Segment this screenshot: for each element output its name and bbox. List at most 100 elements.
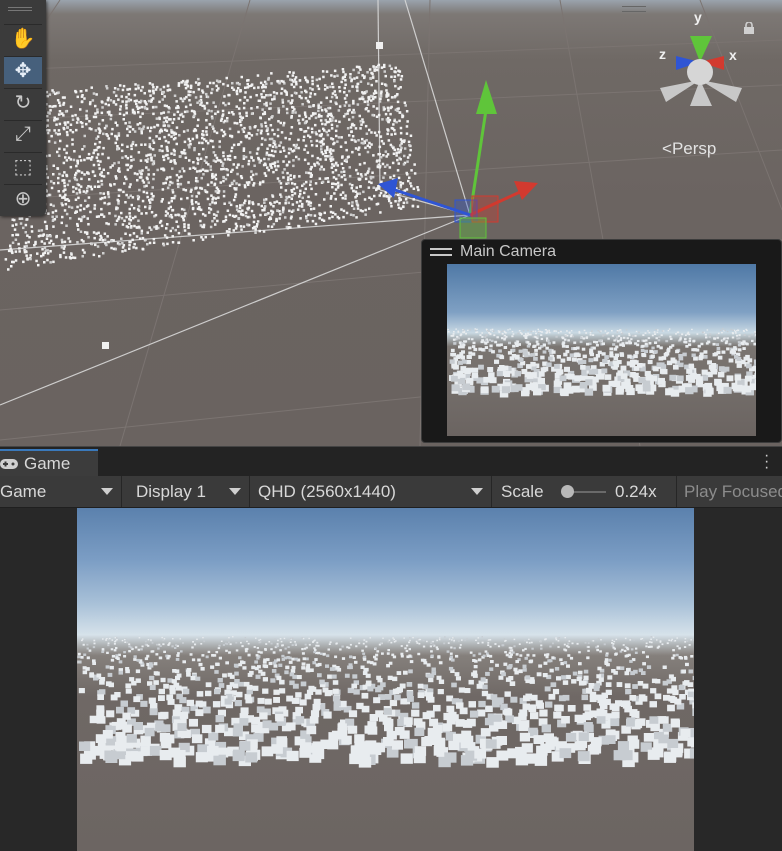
cube — [242, 666, 247, 670]
lock-icon[interactable] — [743, 22, 755, 34]
transform-tool-button[interactable]: ⊕ — [4, 184, 42, 212]
scene-cube — [86, 157, 89, 160]
scene-cube — [241, 128, 244, 131]
cube — [457, 331, 460, 333]
scene-cube — [292, 187, 296, 191]
cube — [374, 647, 377, 650]
cube — [529, 679, 535, 684]
scene-cube — [129, 125, 132, 129]
scene-cube — [191, 202, 194, 206]
scene-cube — [125, 95, 128, 99]
view-mode-dropdown[interactable]: Game — [0, 476, 122, 507]
scene-cube — [247, 159, 251, 163]
scene-cube — [87, 236, 90, 239]
cube — [236, 691, 243, 698]
scale-tool-button[interactable]: ⤢ — [4, 120, 42, 148]
cube — [688, 343, 692, 347]
hand-tool-button[interactable]: ✋ — [4, 24, 42, 52]
scene-cube — [382, 154, 385, 157]
scene-cube — [100, 213, 103, 216]
cube — [105, 665, 110, 669]
cube — [122, 712, 131, 720]
cube — [144, 643, 147, 646]
cube — [558, 695, 566, 702]
scene-cube — [288, 160, 291, 164]
scene-cube — [28, 236, 31, 239]
game-viewport[interactable] — [77, 508, 694, 851]
scene-cube — [307, 126, 310, 130]
palette-grip[interactable] — [8, 7, 32, 11]
scene-cube — [213, 183, 216, 187]
scene-cube — [137, 111, 140, 114]
cube — [191, 646, 194, 649]
scale-slider-handle[interactable] — [561, 485, 574, 498]
scene-cube — [317, 87, 321, 91]
menu-icon[interactable] — [430, 248, 452, 256]
move-tool-button[interactable]: ✥ — [4, 56, 42, 84]
cube — [526, 344, 531, 348]
cube — [650, 688, 657, 694]
scene-cube — [147, 99, 151, 103]
scene-cube — [334, 93, 337, 97]
scene-view[interactable]: y x z <Persp ✋ ✥ ↻ ⤢ ⬚ ⊕ Main Camera — [0, 0, 782, 446]
scene-cube — [177, 231, 181, 235]
cube — [701, 331, 704, 334]
scene-cube — [37, 263, 40, 267]
cube — [279, 688, 286, 694]
tab-game[interactable]: Game — [0, 449, 98, 477]
cube — [96, 716, 106, 724]
cube — [107, 642, 110, 645]
cube — [714, 379, 722, 386]
camera-preview-header[interactable]: Main Camera — [430, 242, 556, 262]
cube — [77, 652, 81, 656]
scene-cube — [148, 145, 151, 148]
cube — [675, 653, 679, 657]
cube — [128, 639, 130, 641]
cube — [491, 328, 494, 330]
cube — [245, 647, 249, 650]
cube — [323, 711, 332, 719]
scene-cube — [247, 194, 250, 198]
scene-cube — [90, 86, 93, 89]
rect-tool-button[interactable]: ⬚ — [4, 152, 42, 180]
scene-cube — [117, 215, 121, 219]
cube — [665, 339, 669, 343]
scene-cube — [282, 80, 285, 83]
scene-cube — [225, 119, 229, 123]
cube — [496, 343, 500, 347]
scene-cube — [49, 203, 53, 206]
scene-cube — [239, 175, 243, 178]
resolution-dropdown[interactable]: QHD (2560x1440) — [250, 476, 492, 507]
scene-cube — [56, 167, 60, 170]
more-options-icon[interactable]: · · · — [764, 448, 769, 476]
cube — [473, 347, 478, 352]
scene-cube — [319, 101, 323, 104]
cube — [320, 652, 323, 655]
cube — [527, 329, 529, 331]
cube — [512, 344, 516, 348]
scene-cube — [235, 182, 238, 185]
play-focused-dropdown[interactable]: Play Focused — [676, 476, 782, 507]
cube — [312, 641, 314, 643]
scene-cube — [72, 158, 76, 162]
scene-cube — [63, 96, 66, 99]
scene-cube — [98, 238, 102, 241]
display-dropdown[interactable]: Display 1 — [128, 476, 250, 507]
scene-cube — [286, 75, 290, 78]
cube — [481, 332, 483, 334]
scene-cube — [252, 184, 255, 187]
perspective-toggle[interactable]: <Persp — [662, 139, 716, 159]
cube — [259, 651, 263, 654]
scene-cube — [40, 240, 44, 243]
scene-cube — [132, 246, 135, 249]
scene-cube — [417, 188, 420, 192]
panel-grip[interactable] — [622, 6, 646, 12]
rotate-tool-button[interactable]: ↻ — [4, 88, 42, 116]
cube — [509, 655, 513, 659]
cube — [489, 377, 497, 384]
cube — [348, 710, 358, 718]
cube — [645, 645, 648, 648]
scene-cube — [88, 178, 91, 181]
cube — [147, 644, 150, 647]
scene-cube — [244, 211, 248, 214]
